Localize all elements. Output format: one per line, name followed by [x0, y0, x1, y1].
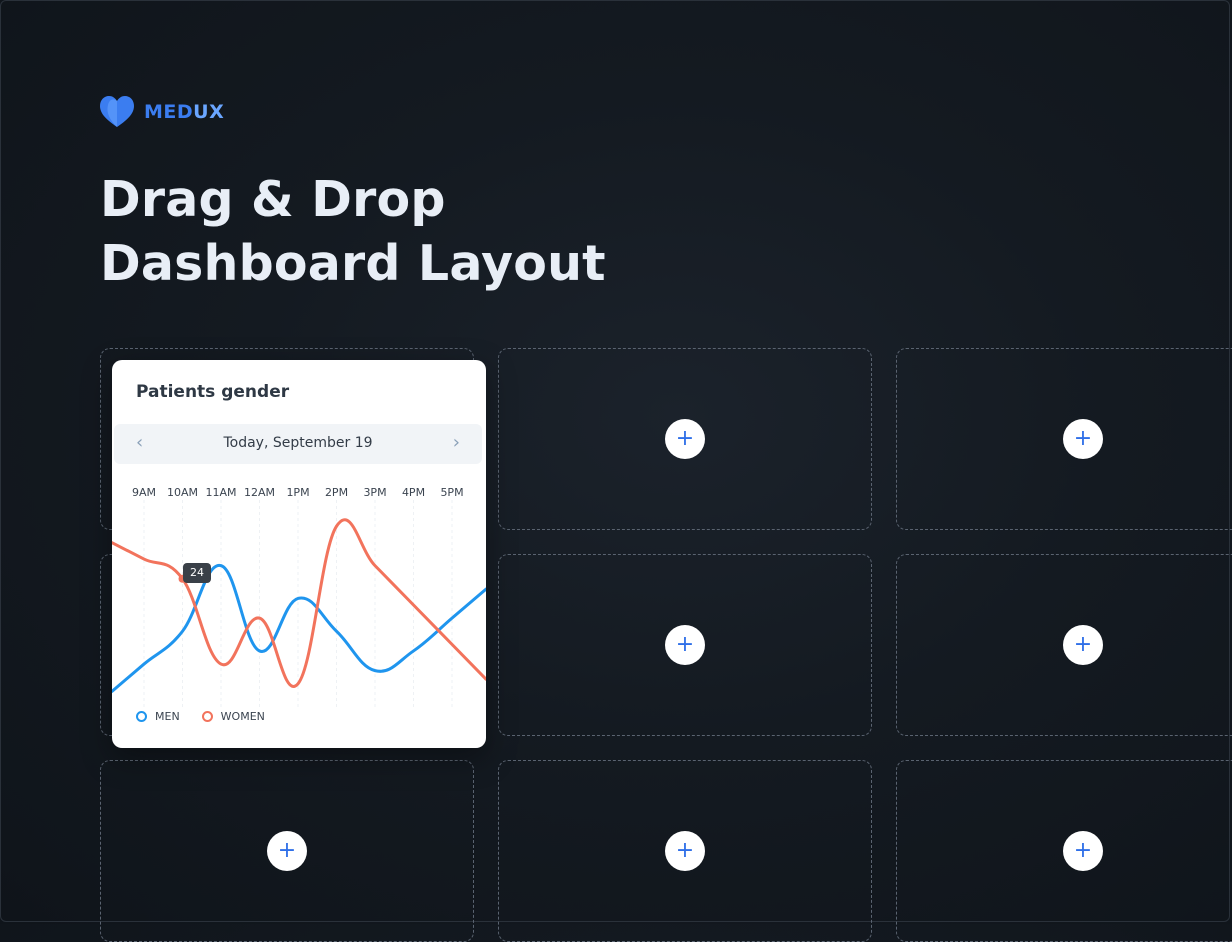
x-tick-label: 2PM — [324, 486, 349, 499]
series-line-men — [112, 564, 486, 693]
add-widget-button[interactable]: + — [267, 831, 307, 871]
legend-item-men[interactable]: MEN — [136, 710, 180, 723]
women-legend-marker — [201, 711, 213, 722]
men-legend-marker — [136, 711, 147, 722]
heart-icon — [100, 96, 134, 127]
x-tick-label: 1PM — [286, 486, 310, 499]
date-label: Today, September 19 — [223, 435, 373, 451]
legend-item-women[interactable]: WOMEN — [201, 710, 265, 723]
plus-icon: + — [1073, 838, 1093, 863]
gender-line-chart — [112, 500, 486, 710]
brand-name: MEDUX — [144, 101, 225, 123]
plus-icon: + — [1073, 426, 1093, 451]
add-widget-button[interactable]: + — [1063, 831, 1103, 871]
x-tick-label: 3PM — [363, 486, 387, 499]
page-title-line-2: Dashboard Layout — [100, 235, 606, 292]
legend-label-women: WOMEN — [220, 710, 265, 723]
x-tick-label: 5PM — [440, 486, 464, 499]
legend-label-men: MEN — [155, 710, 180, 723]
page-title: Drag & Drop Dashboard Layout — [100, 168, 606, 296]
x-tick-label: 9AM — [131, 486, 157, 499]
patients-gender-widget[interactable]: Patients gender ‹ Today, September 19 › … — [112, 360, 486, 748]
add-widget-button[interactable]: + — [665, 831, 705, 871]
add-widget-button[interactable]: + — [1063, 625, 1103, 665]
plus-icon: + — [675, 632, 695, 657]
plus-icon: + — [277, 838, 297, 863]
chart-tooltip: 24 — [183, 563, 211, 583]
add-widget-button[interactable]: + — [665, 625, 705, 665]
page-title-line-1: Drag & Drop — [100, 171, 446, 228]
x-tick-label: 12AM — [243, 486, 276, 499]
widget-title: Patients gender — [136, 382, 290, 402]
plus-icon: + — [675, 838, 695, 863]
series-line-women — [112, 518, 486, 688]
add-widget-button[interactable]: + — [1063, 419, 1103, 459]
plus-icon: + — [1073, 632, 1093, 657]
x-tick-label: 4PM — [401, 486, 426, 499]
brand-logo[interactable]: MEDUX — [100, 96, 224, 128]
x-tick-label: 10AM — [166, 486, 199, 499]
date-navigator: ‹ Today, September 19 › — [114, 424, 482, 464]
x-tick-label: 11AM — [205, 486, 237, 499]
add-widget-button[interactable]: + — [665, 419, 705, 459]
plus-icon: + — [675, 426, 695, 451]
chevron-right-icon[interactable]: › — [453, 432, 460, 453]
chart-legend: MEN WOMEN — [136, 710, 265, 723]
